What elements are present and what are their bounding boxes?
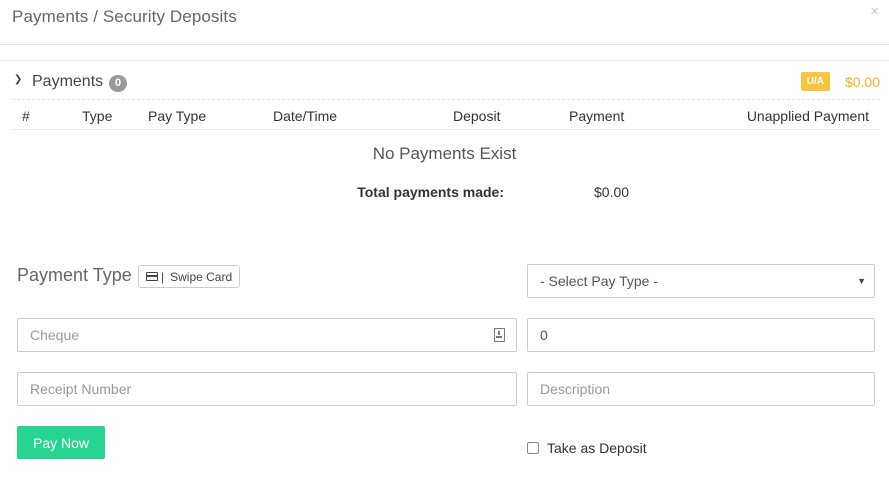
column-header-payment: Payment (569, 108, 625, 124)
payments-table-header: # Type Pay Type Date/Time Deposit Paymen… (12, 102, 880, 130)
pay-type-select[interactable]: - Select Pay Type - ▼ (527, 264, 875, 298)
payments-count-badge: 0 (109, 75, 128, 92)
take-as-deposit-label[interactable]: Take as Deposit (547, 440, 647, 456)
total-payments-value: $0.00 (594, 184, 630, 200)
description-placeholder: Description (540, 381, 611, 397)
close-icon[interactable]: × (870, 4, 879, 20)
take-as-deposit-checkbox[interactable] (527, 442, 539, 454)
column-header-date-time: Date/Time (273, 108, 338, 124)
total-payments-label: Total payments made: (357, 184, 504, 200)
unapplied-amount: $0.00 (844, 74, 880, 90)
empty-payments-message: No Payments Exist (372, 144, 517, 163)
swipe-card-label: Swipe Card (170, 269, 233, 284)
modal-header: Payments / Security Deposits × (0, 0, 889, 45)
description-input[interactable]: Description (527, 372, 875, 406)
take-as-deposit-option[interactable]: Take as Deposit (527, 440, 647, 456)
payments-title[interactable]: Payments (32, 73, 103, 91)
column-header-type: Type (82, 108, 113, 124)
caret-down-icon: ▼ (857, 276, 866, 286)
payment-type-label: Payment Type (17, 265, 132, 285)
column-header-unapplied-payment: Unapplied Payment (746, 108, 869, 124)
section-divider (0, 60, 889, 61)
cheque-input[interactable]: Cheque (17, 318, 517, 352)
payments-section-header: ❯ Payments 0 U/A $0.00 (12, 70, 880, 100)
chevron-down-icon[interactable]: ❯ (14, 74, 22, 85)
pay-type-select-value: - Select Pay Type - (540, 273, 659, 289)
swipe-separator: | (161, 269, 165, 284)
pay-now-button[interactable]: Pay Now (17, 426, 105, 459)
receipt-number-input[interactable]: Receipt Number (17, 372, 517, 406)
modal-title: Payments / Security Deposits (12, 7, 237, 26)
unapplied-badge: U/A (800, 72, 830, 91)
column-header-pay-type: Pay Type (148, 108, 207, 124)
cheque-icon (494, 328, 505, 342)
column-header-number: # (22, 108, 30, 124)
amount-input-value: 0 (540, 327, 548, 343)
credit-card-icon (146, 272, 158, 281)
column-header-deposit: Deposit (453, 108, 501, 124)
cheque-input-placeholder: Cheque (30, 327, 80, 343)
receipt-number-placeholder: Receipt Number (30, 381, 132, 397)
amount-input[interactable]: 0 (527, 318, 875, 352)
swipe-card-button[interactable]: | Swipe Card (138, 265, 240, 288)
